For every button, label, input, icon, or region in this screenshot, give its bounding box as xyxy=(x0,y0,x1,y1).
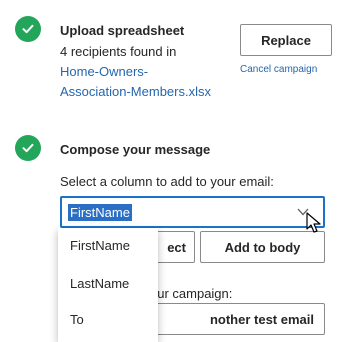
spreadsheet-file-link-line2[interactable]: Association-Members.xlsx xyxy=(60,84,211,99)
add-to-body-button[interactable]: Add to body xyxy=(200,231,325,263)
column-select-dropdown[interactable]: FirstName xyxy=(60,196,325,228)
recipients-count-text: 4 recipients found in xyxy=(60,44,177,59)
replace-button[interactable]: Replace xyxy=(240,24,332,56)
subject-input[interactable]: nother test email xyxy=(150,303,325,335)
upload-step-title: Upload spreadsheet xyxy=(60,23,185,38)
spreadsheet-file-link-line1[interactable]: Home-Owners- xyxy=(60,64,148,79)
subject-label: our campaign: xyxy=(150,286,233,301)
column-dropdown-menu: FirstName LastName To xyxy=(58,228,158,342)
column-select-value: FirstName xyxy=(68,204,132,221)
cancel-campaign-link[interactable]: Cancel campaign xyxy=(240,64,317,75)
dropdown-option-firstname[interactable]: FirstName xyxy=(70,238,130,253)
dropdown-option-lastname[interactable]: LastName xyxy=(70,276,129,291)
chevron-down-icon xyxy=(297,208,309,216)
compose-step-check-icon xyxy=(15,135,41,161)
column-select-prompt: Select a column to add to your email: xyxy=(60,174,274,189)
upload-step-check-icon xyxy=(15,16,41,42)
dropdown-option-to[interactable]: To xyxy=(70,312,84,327)
compose-step-title: Compose your message xyxy=(60,142,211,157)
